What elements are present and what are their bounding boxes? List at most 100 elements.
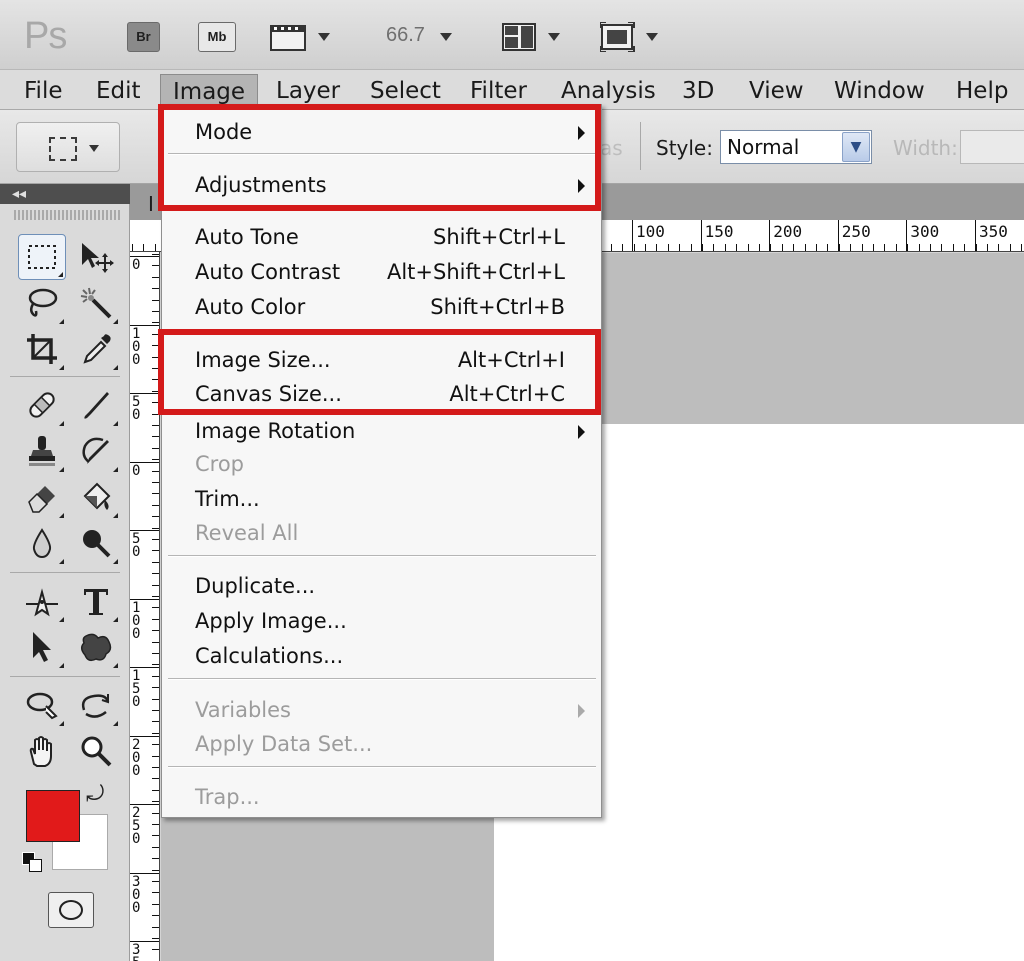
menu-image[interactable]: Image bbox=[160, 74, 259, 108]
ruler-tick: 150 bbox=[130, 667, 159, 709]
ruler-tick: 350 bbox=[975, 220, 1008, 251]
move-tool[interactable] bbox=[72, 234, 120, 280]
menu-item-duplicate[interactable]: Duplicate... bbox=[162, 569, 603, 603]
ruler-minor-tick bbox=[152, 618, 159, 620]
ruler-minor-tick bbox=[152, 265, 159, 267]
ruler-minor-tick bbox=[152, 550, 159, 552]
vertical-ruler[interactable]: 0 100 50 0 50 100 150 200 250 300 350 bbox=[130, 252, 160, 961]
ruler-tick: 200 bbox=[769, 220, 802, 251]
menu-item-reveal-all: Reveal All bbox=[195, 521, 299, 545]
dodge-icon bbox=[83, 530, 111, 558]
ruler-tick-label: 200 bbox=[773, 222, 803, 241]
spot-healing-brush-tool[interactable] bbox=[18, 382, 66, 428]
menu-select[interactable]: Select bbox=[358, 74, 453, 108]
submenu-arrow-icon bbox=[578, 704, 585, 718]
zoom-dropdown-icon[interactable] bbox=[440, 33, 452, 41]
tool-divider bbox=[10, 376, 120, 377]
default-colors-icon[interactable] bbox=[22, 852, 44, 874]
panel-grip[interactable] bbox=[14, 210, 122, 220]
ruler-minor-tick bbox=[987, 244, 988, 251]
ruler-minor-tick bbox=[152, 938, 159, 939]
ruler-minor-tick bbox=[873, 244, 874, 251]
chevron-down-icon[interactable]: ▼ bbox=[842, 132, 870, 162]
brush-tool[interactable] bbox=[72, 382, 120, 428]
menu-item-calculations[interactable]: Calculations... bbox=[162, 639, 603, 673]
magic-wand-tool[interactable] bbox=[72, 280, 120, 326]
3d-rotate-tool[interactable] bbox=[18, 682, 66, 728]
document-tab-title[interactable]: I bbox=[148, 192, 154, 216]
ruler-minor-tick bbox=[143, 244, 145, 251]
menu-edit[interactable]: Edit bbox=[84, 74, 153, 108]
menu-item-image-rotation[interactable]: Image Rotation bbox=[162, 414, 603, 448]
menu-item-auto-tone[interactable]: Auto Tone Shift+Ctrl+L bbox=[162, 220, 603, 254]
tools-panel-header[interactable]: ◂◂ bbox=[0, 184, 130, 204]
menu-analysis[interactable]: Analysis bbox=[549, 74, 668, 108]
mini-bridge-button[interactable]: Mb bbox=[198, 22, 236, 52]
type-tool[interactable] bbox=[72, 578, 120, 624]
shortcut-label: Alt+Ctrl+C bbox=[449, 382, 565, 406]
rectangular-marquee-tool[interactable] bbox=[18, 234, 66, 280]
menu-view[interactable]: View bbox=[737, 74, 816, 108]
ruler-minor-tick bbox=[713, 244, 715, 251]
ruler-minor-tick bbox=[964, 244, 966, 251]
lasso-tool[interactable] bbox=[18, 280, 66, 326]
pen-tool[interactable] bbox=[18, 578, 66, 624]
ruler-minor-tick bbox=[656, 244, 658, 251]
history-brush-tool[interactable] bbox=[72, 428, 120, 474]
clone-stamp-tool[interactable] bbox=[18, 428, 66, 474]
ruler-minor-tick bbox=[770, 244, 772, 251]
foreground-color-swatch[interactable] bbox=[26, 790, 80, 842]
ruler-minor-tick bbox=[152, 721, 159, 723]
submenu-arrow-icon bbox=[578, 425, 585, 439]
menu-item-mode[interactable]: Mode bbox=[162, 115, 603, 149]
ruler-minor-tick bbox=[152, 675, 159, 677]
menu-layer[interactable]: Layer bbox=[264, 74, 352, 108]
menu-item-trim[interactable]: Trim... bbox=[162, 482, 603, 516]
menu-item-apply-image[interactable]: Apply Image... bbox=[162, 604, 603, 638]
ruler-minor-tick bbox=[152, 425, 159, 426]
tool-preset-picker[interactable] bbox=[16, 122, 120, 172]
menu-item-auto-contrast[interactable]: Auto Contrast Alt+Shift+Ctrl+L bbox=[162, 255, 603, 289]
ruler-minor-tick bbox=[781, 244, 783, 251]
menu-filter[interactable]: Filter bbox=[458, 74, 539, 108]
anti-alias-label: as bbox=[600, 136, 623, 160]
eraser-tool[interactable] bbox=[18, 474, 66, 520]
crop-tool[interactable] bbox=[18, 326, 66, 372]
ruler-minor-tick bbox=[152, 368, 159, 369]
menu-3d[interactable]: 3D bbox=[670, 74, 726, 108]
paint-bucket-tool[interactable] bbox=[72, 474, 120, 520]
menu-file[interactable]: File bbox=[12, 74, 75, 108]
style-select[interactable]: Normal ▼ bbox=[720, 130, 872, 164]
screen-mode-button[interactable] bbox=[600, 20, 658, 54]
eraser-icon bbox=[28, 486, 55, 513]
3d-orbit-tool[interactable] bbox=[72, 682, 120, 728]
menu-help[interactable]: Help bbox=[944, 74, 1020, 108]
zoom-level[interactable]: 66.7 bbox=[386, 24, 425, 47]
width-field[interactable] bbox=[960, 130, 1024, 164]
application-bar: Ps Br Mb 66.7 bbox=[0, 0, 1024, 70]
ruler-minor-tick bbox=[152, 926, 159, 928]
quick-mask-button[interactable] bbox=[48, 892, 94, 928]
hand-tool[interactable] bbox=[18, 728, 66, 774]
menu-item-image-size[interactable]: Image Size... Alt+Ctrl+I bbox=[162, 343, 603, 377]
custom-shape-tool[interactable] bbox=[72, 624, 120, 670]
collapse-panel-icon[interactable]: ◂◂ bbox=[12, 184, 26, 204]
blur-tool[interactable] bbox=[18, 520, 66, 566]
menu-item-auto-color[interactable]: Auto Color Shift+Ctrl+B bbox=[162, 290, 603, 324]
swap-colors-icon[interactable]: ⤾ bbox=[86, 782, 104, 807]
menu-item-adjustments[interactable]: Adjustments bbox=[162, 168, 603, 202]
eyedropper-tool[interactable] bbox=[72, 326, 120, 372]
menu-window[interactable]: Window bbox=[822, 74, 937, 108]
menu-item-crop: Crop bbox=[195, 452, 245, 476]
path-selection-tool[interactable] bbox=[18, 624, 66, 670]
dodge-tool[interactable] bbox=[72, 520, 120, 566]
ruler-minor-tick bbox=[152, 858, 159, 860]
ruler-tick-label: 0 bbox=[132, 257, 141, 273]
arrange-documents-button[interactable] bbox=[502, 20, 560, 54]
bridge-button[interactable]: Br bbox=[127, 22, 160, 52]
ruler-minor-tick bbox=[152, 390, 159, 392]
shortcut-label: Alt+Shift+Ctrl+L bbox=[386, 260, 565, 284]
zoom-tool[interactable] bbox=[72, 728, 120, 774]
view-extras-button[interactable] bbox=[270, 20, 330, 54]
menu-item-canvas-size[interactable]: Canvas Size... Alt+Ctrl+C bbox=[162, 377, 603, 411]
